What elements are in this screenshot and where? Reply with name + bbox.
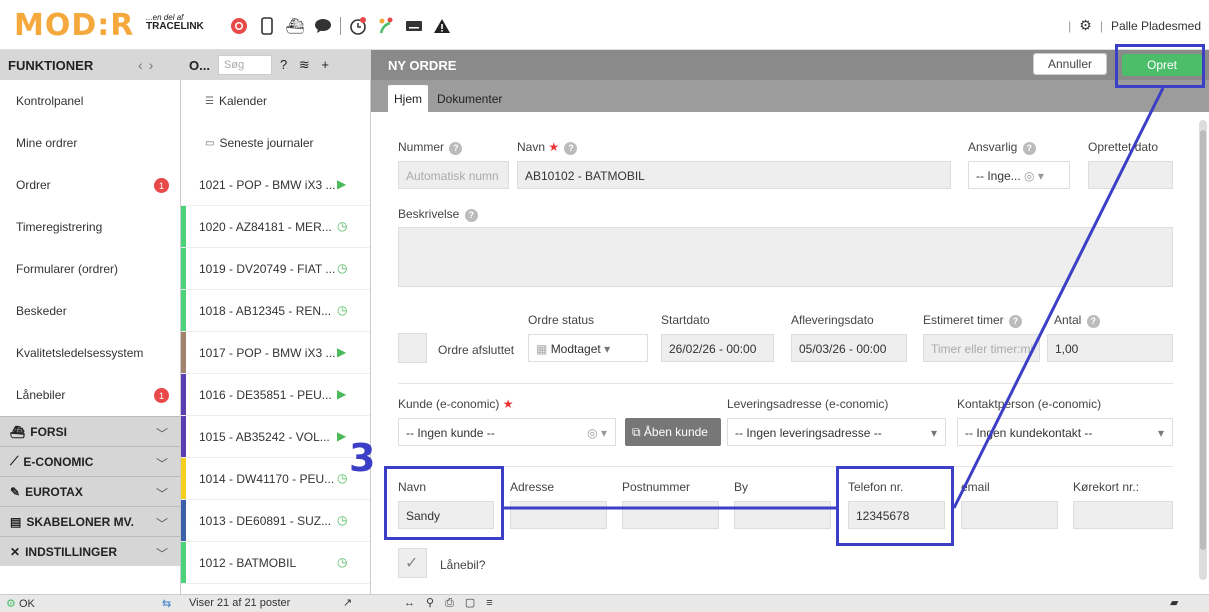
open-external-icon[interactable]: ↗ <box>343 596 352 609</box>
pdf-icon[interactable]: ▢ <box>465 597 486 609</box>
list-count: Viser 21 af 21 poster <box>189 597 291 609</box>
annotation-lines <box>504 87 1165 510</box>
status-bar: ⚙ OK ⇆ Viser 21 af 21 poster ↗ ↔⚲⎙▢≡ ▰ <box>0 594 1209 612</box>
menu-icon[interactable]: ≡ <box>486 597 503 609</box>
print-icon[interactable]: ⎙ <box>445 597 465 609</box>
gear-icon: ⚙ <box>6 598 16 610</box>
expand-icon[interactable]: ↔ <box>404 597 426 609</box>
link-icon[interactable]: ⚲ <box>426 597 445 609</box>
collapse-icon[interactable]: ⇆ <box>162 597 171 610</box>
status-ok: ⚙ OK <box>6 598 35 610</box>
toolbar-icons: ↔⚲⎙▢≡ <box>404 596 504 610</box>
chat-icon[interactable]: ▰ <box>1170 596 1178 609</box>
